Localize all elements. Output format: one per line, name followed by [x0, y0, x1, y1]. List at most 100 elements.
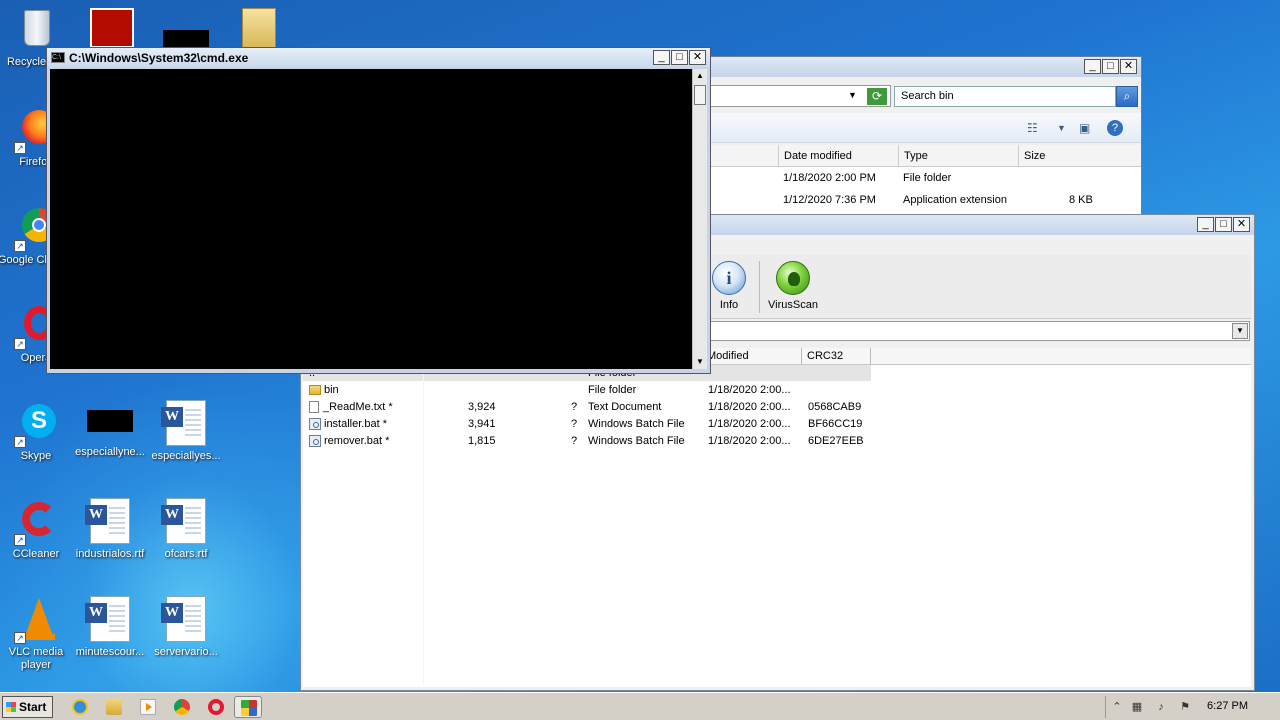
folder-icon: [309, 385, 321, 396]
minimize-button[interactable]: _: [653, 50, 670, 65]
acrobat-icon[interactable]: [90, 8, 134, 48]
desktop-icon-label: VLC media player: [8, 646, 64, 671]
taskbar-chrome[interactable]: [168, 696, 196, 718]
clock[interactable]: 6:27 PM: [1207, 700, 1248, 712]
column-type[interactable]: Type: [898, 145, 1018, 167]
minimize-button[interactable]: _: [1197, 217, 1214, 232]
desktop-icon-label: ofcars.rtf: [164, 548, 208, 560]
cmd-title: C:\Windows\System32\cmd.exe: [69, 51, 249, 65]
close-button[interactable]: ✕: [689, 50, 706, 65]
desktop-icon-especiallyes[interactable]: W especiallyes...: [148, 400, 224, 463]
word-document-icon: W: [85, 596, 134, 644]
folder-icon: [106, 699, 122, 715]
preview-pane-icon[interactable]: ▣: [1079, 121, 1090, 135]
help-icon[interactable]: ?: [1107, 120, 1123, 136]
view-options-icon[interactable]: ☷: [1027, 121, 1038, 135]
flag-icon[interactable]: ⚑: [1178, 700, 1192, 714]
minimize-button[interactable]: _: [1084, 59, 1101, 74]
column-size[interactable]: Size: [1018, 145, 1098, 167]
taskbar-media-player[interactable]: [134, 696, 162, 718]
table-row[interactable]: remover.bat * 1,815 ? Windows Batch File…: [303, 433, 1251, 450]
skype-icon: S ↗: [12, 400, 60, 448]
text-file-icon: [309, 401, 319, 414]
search-input[interactable]: Search bin: [894, 86, 1116, 107]
blank-file-icon[interactable]: [163, 30, 209, 48]
desktop-icon-skype[interactable]: S ↗ Skype: [0, 400, 74, 463]
column-modified[interactable]: Modified: [701, 348, 801, 365]
system-tray: ⌃ ▦ ♪ ⚑ 6:27 PM: [1105, 696, 1278, 718]
desktop-icon-industrialos[interactable]: W industrialos.rtf: [72, 498, 148, 561]
explorer-window: _ □ ✕ ▼ ⟳ Search bin ⌕ ☷ ▼ ▣ ? Date modi…: [700, 56, 1142, 217]
cmd-titlebar[interactable]: C:\ C:\Windows\System32\cmd.exe _ □ ✕: [47, 48, 710, 67]
column-date-modified[interactable]: Date modified: [778, 145, 898, 167]
vertical-scrollbar[interactable]: ▲ ▼: [692, 69, 707, 369]
word-document-icon: W: [161, 498, 210, 546]
ccleaner-icon: ↗: [12, 498, 60, 546]
word-document-icon: W: [161, 596, 210, 644]
desktop-icon-label: especiallyes...: [151, 450, 221, 462]
taskbar: Start ⌃ ▦ ♪ ⚑ 6:27 PM: [0, 692, 1280, 720]
console-output[interactable]: [50, 69, 692, 369]
scroll-down-icon[interactable]: ▼: [694, 356, 706, 368]
info-icon: i: [712, 261, 746, 295]
internet-explorer-icon: [72, 699, 88, 715]
desktop-icon-label: minutescour...: [75, 646, 145, 658]
search-icon[interactable]: ⌕: [1116, 86, 1138, 107]
desktop-icon-ofcars[interactable]: W ofcars.rtf: [148, 498, 224, 561]
close-button[interactable]: ✕: [1120, 59, 1137, 74]
archiver-icon: [241, 700, 257, 716]
batch-file-icon: [309, 435, 321, 448]
desktop-icon-label: CCleaner: [12, 548, 60, 560]
vlc-icon: ↗: [12, 596, 60, 644]
maximize-button[interactable]: □: [671, 50, 688, 65]
column-crc32[interactable]: CRC32: [801, 348, 871, 365]
chevron-down-icon[interactable]: ▼: [1232, 323, 1248, 339]
desktop-icon-vlc[interactable]: ↗ VLC media player: [0, 596, 74, 672]
chevron-down-icon[interactable]: ▼: [848, 90, 857, 100]
scroll-thumb[interactable]: [694, 85, 706, 105]
column-separator: [423, 365, 424, 685]
desktop-icon-label: industrialos.rtf: [75, 548, 145, 560]
explorer-titlebar[interactable]: _ □ ✕: [701, 57, 1141, 77]
blank-file-icon: [87, 410, 133, 432]
maximize-button[interactable]: □: [1215, 217, 1232, 232]
close-button[interactable]: ✕: [1233, 217, 1250, 232]
speaker-icon[interactable]: ♪: [1154, 700, 1168, 714]
desktop-icon-servervario[interactable]: W servervario...: [148, 596, 224, 659]
table-row[interactable]: _ReadMe.txt * 3,924 ? Text Document 1/18…: [303, 399, 1251, 416]
explorer-address-bar[interactable]: ▼: [701, 85, 891, 107]
taskbar-opera[interactable]: [202, 696, 230, 718]
taskbar-explorer[interactable]: [100, 696, 128, 718]
toolbar-divider: [759, 261, 760, 313]
network-icon[interactable]: ▦: [1130, 700, 1144, 714]
table-row[interactable]: installer.bat * 3,941 ? Windows Batch Fi…: [303, 416, 1251, 433]
table-row[interactable]: bin File folder 1/18/2020 2:00...: [303, 382, 1251, 399]
chevron-down-icon[interactable]: ▼: [1057, 123, 1066, 133]
explorer-file-list: 1/18/2020 2:00 PM File folder 1/12/2020 …: [701, 167, 1141, 217]
batch-file-icon: [309, 418, 321, 431]
scroll-up-icon[interactable]: ▲: [694, 70, 706, 82]
taskbar-archive[interactable]: [234, 696, 262, 718]
desktop-icon-label: servervario...: [154, 646, 218, 658]
word-document-icon: W: [161, 400, 210, 448]
list-item[interactable]: 1/12/2020 7:36 PM Application extension …: [701, 189, 1141, 211]
explorer-column-header: Date modified Type Size: [701, 145, 1141, 167]
media-player-icon: [140, 699, 156, 715]
desktop-icon-ccleaner[interactable]: ↗ CCleaner: [0, 498, 74, 561]
start-button[interactable]: Start: [2, 696, 53, 718]
chrome-icon: [174, 699, 190, 715]
explorer-toolbar: ☷ ▼ ▣ ?: [701, 113, 1141, 143]
maximize-button[interactable]: □: [1102, 59, 1119, 74]
desktop-icon-label: especiallyne...: [75, 446, 145, 458]
cmd-window: C:\ C:\Windows\System32\cmd.exe _ □ ✕ ▲ …: [46, 47, 711, 374]
refresh-icon[interactable]: ⟳: [867, 88, 887, 105]
desktop-icon-especiallyne[interactable]: especiallyne...: [72, 400, 148, 459]
virusscan-button[interactable]: VirusScan: [764, 261, 822, 311]
list-item[interactable]: 1/18/2020 2:00 PM File folder: [701, 167, 1141, 189]
folder-icon[interactable]: [242, 8, 276, 48]
desktop-icon-label: Skype: [20, 450, 52, 462]
chevron-up-icon[interactable]: ⌃: [1110, 700, 1124, 714]
desktop-icon-minutescour[interactable]: W minutescour...: [72, 596, 148, 659]
taskbar-ie[interactable]: [66, 696, 94, 718]
console-icon: C:\: [51, 52, 65, 63]
